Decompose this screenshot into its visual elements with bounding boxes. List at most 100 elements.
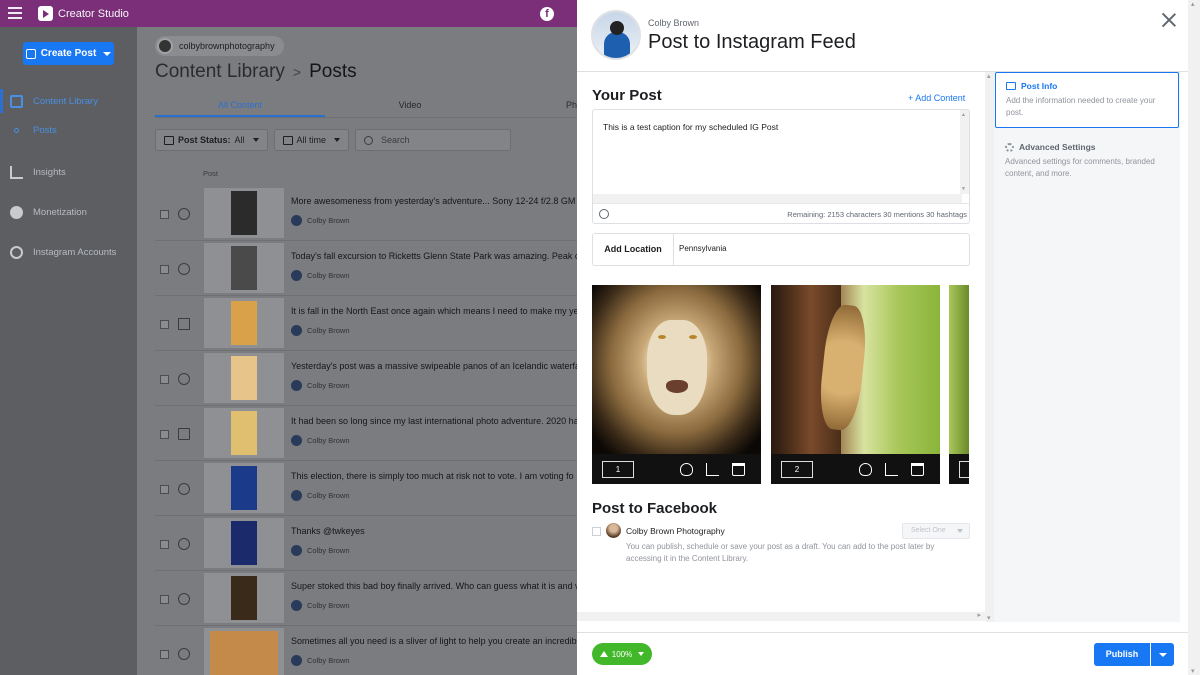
post-author-name: Colby Brown xyxy=(307,271,350,280)
caption-horizontal-scrollbar[interactable] xyxy=(593,194,962,203)
post-title[interactable]: Thanks @twkeyes xyxy=(291,526,577,536)
trash-icon[interactable] xyxy=(732,463,745,476)
tag-people-icon[interactable] xyxy=(680,463,693,476)
avatar xyxy=(291,655,302,666)
table-row[interactable]: Thanks @twkeyes Colby Brown xyxy=(155,516,577,571)
media-order-input[interactable]: 2 xyxy=(781,461,813,478)
facebook-select[interactable]: Select One xyxy=(902,523,970,539)
table-row[interactable]: It had been so long since my last intern… xyxy=(155,406,577,461)
crop-icon[interactable] xyxy=(885,463,898,476)
globe-icon xyxy=(178,648,190,660)
page-scrollbar[interactable] xyxy=(1188,0,1200,675)
content-library-main: colbybrownphotography Content Library > … xyxy=(137,27,577,675)
table-row[interactable]: Sometimes all you need is a sliver of li… xyxy=(155,626,577,675)
post-title[interactable]: More awesomeness from yesterday's advent… xyxy=(291,196,577,206)
row-checkbox[interactable] xyxy=(160,540,169,549)
post-info-icon xyxy=(1006,82,1016,90)
post-thumbnail[interactable] xyxy=(204,243,284,293)
create-post-icon xyxy=(25,48,36,59)
post-thumbnail[interactable] xyxy=(204,353,284,403)
trash-icon[interactable] xyxy=(911,463,924,476)
post-thumbnail[interactable] xyxy=(204,188,284,238)
add-location-label: Add Location xyxy=(593,234,674,265)
post-title[interactable]: It is fall in the North East once again … xyxy=(291,306,577,316)
post-title[interactable]: Sometimes all you need is a sliver of li… xyxy=(291,636,577,646)
breadcrumb-parent[interactable]: Content Library xyxy=(155,61,285,83)
row-checkbox[interactable] xyxy=(160,320,169,329)
post-thumbnail[interactable] xyxy=(204,463,284,513)
sidebar-item-instagram-accounts[interactable]: Instagram Accounts xyxy=(0,240,137,264)
post-title[interactable]: Yesterday's post was a massive swipeable… xyxy=(291,361,577,371)
instagram-accounts-icon xyxy=(10,245,23,259)
publish-options-dropdown[interactable] xyxy=(1151,643,1174,666)
hamburger-menu-icon[interactable] xyxy=(8,7,22,22)
emoji-icon[interactable] xyxy=(599,209,609,219)
dot-icon xyxy=(14,127,19,133)
post-title[interactable]: Super stoked this bad boy finally arrive… xyxy=(291,581,577,591)
post-title[interactable]: It had been so long since my last intern… xyxy=(291,416,577,426)
modal-vertical-scrollbar[interactable] xyxy=(985,72,994,622)
publish-button[interactable]: Publish xyxy=(1094,643,1150,666)
media-item[interactable]: 1 xyxy=(592,285,761,484)
post-info-card[interactable]: Post Info Add the information needed to … xyxy=(995,72,1179,128)
crop-icon[interactable] xyxy=(706,463,719,476)
table-row[interactable]: It is fall in the North East once again … xyxy=(155,296,577,351)
sidebar-item-posts[interactable]: Posts xyxy=(0,118,137,142)
post-title[interactable]: Today's fall excursion to Ricketts Glenn… xyxy=(291,251,577,261)
facebook-icon[interactable]: f xyxy=(540,7,554,21)
post-thumbnail[interactable] xyxy=(204,628,284,675)
post-thumbnail[interactable] xyxy=(204,573,284,623)
post-author-name: Colby Brown xyxy=(307,326,350,335)
clock-icon xyxy=(178,208,190,220)
row-checkbox[interactable] xyxy=(160,265,169,274)
table-row[interactable]: Today's fall excursion to Ricketts Glenn… xyxy=(155,241,577,296)
post-thumbnail[interactable] xyxy=(204,298,284,348)
table-row[interactable]: Yesterday's post was a massive swipeable… xyxy=(155,351,577,406)
create-post-button[interactable]: Create Post xyxy=(23,42,114,65)
tab-photos[interactable]: Ph xyxy=(495,100,577,117)
row-checkbox[interactable] xyxy=(160,430,169,439)
tab-video[interactable]: Video xyxy=(325,100,495,117)
post-author-name: Colby Brown xyxy=(307,491,350,500)
row-checkbox[interactable] xyxy=(160,650,169,659)
media-item[interactable]: 2 xyxy=(771,285,940,484)
advanced-settings-card[interactable]: Advanced Settings Advanced settings for … xyxy=(995,134,1179,188)
sidebar-item-label: Content Library xyxy=(33,95,98,107)
chevron-down-icon xyxy=(638,652,645,656)
clock-icon xyxy=(178,263,190,275)
media-item-partial[interactable] xyxy=(949,285,969,484)
table-row[interactable]: Super stoked this bad boy finally arrive… xyxy=(155,571,577,626)
post-thumbnail[interactable] xyxy=(204,408,284,458)
location-field[interactable]: Add Location Pennsylvania xyxy=(592,233,970,266)
post-title[interactable]: This election, there is simply too much … xyxy=(291,471,577,481)
modal-horizontal-scrollbar[interactable] xyxy=(577,611,985,621)
leopard-photo xyxy=(771,285,940,454)
table-row[interactable]: This election, there is simply too much … xyxy=(155,461,577,516)
close-icon[interactable] xyxy=(1161,12,1177,28)
media-order-input[interactable]: 1 xyxy=(602,461,634,478)
search-input[interactable]: Search xyxy=(355,129,512,151)
add-content-button[interactable]: + Add Content xyxy=(908,93,965,103)
modal-side-panel: Post Info Add the information needed to … xyxy=(994,72,1180,622)
sidebar-item-monetization[interactable]: Monetization xyxy=(0,200,137,224)
sidebar-item-content-library[interactable]: Content Library xyxy=(0,89,137,113)
row-checkbox[interactable] xyxy=(160,210,169,219)
row-checkbox[interactable] xyxy=(160,375,169,384)
caption-text[interactable]: This is a test caption for my scheduled … xyxy=(603,122,778,132)
tag-people-icon[interactable] xyxy=(859,463,872,476)
upload-progress-button[interactable]: 100% xyxy=(592,643,652,665)
row-checkbox[interactable] xyxy=(160,485,169,494)
post-author: Colby Brown xyxy=(291,600,350,611)
facebook-page-checkbox[interactable] xyxy=(592,527,601,536)
account-switcher[interactable]: colbybrownphotography xyxy=(155,36,284,56)
post-thumbnail[interactable] xyxy=(204,518,284,568)
caption-vertical-scrollbar[interactable] xyxy=(960,110,969,194)
sidebar-item-insights[interactable]: Insights xyxy=(0,160,137,184)
caption-textarea[interactable]: This is a test caption for my scheduled … xyxy=(592,109,970,224)
row-checkbox[interactable] xyxy=(160,595,169,604)
table-row[interactable]: More awesomeness from yesterday's advent… xyxy=(155,186,577,241)
tab-all-content[interactable]: All Content xyxy=(155,100,325,117)
post-status-filter[interactable]: Post Status: All xyxy=(155,129,268,151)
location-value[interactable]: Pennsylvania xyxy=(679,244,727,253)
time-filter[interactable]: All time xyxy=(273,129,350,151)
